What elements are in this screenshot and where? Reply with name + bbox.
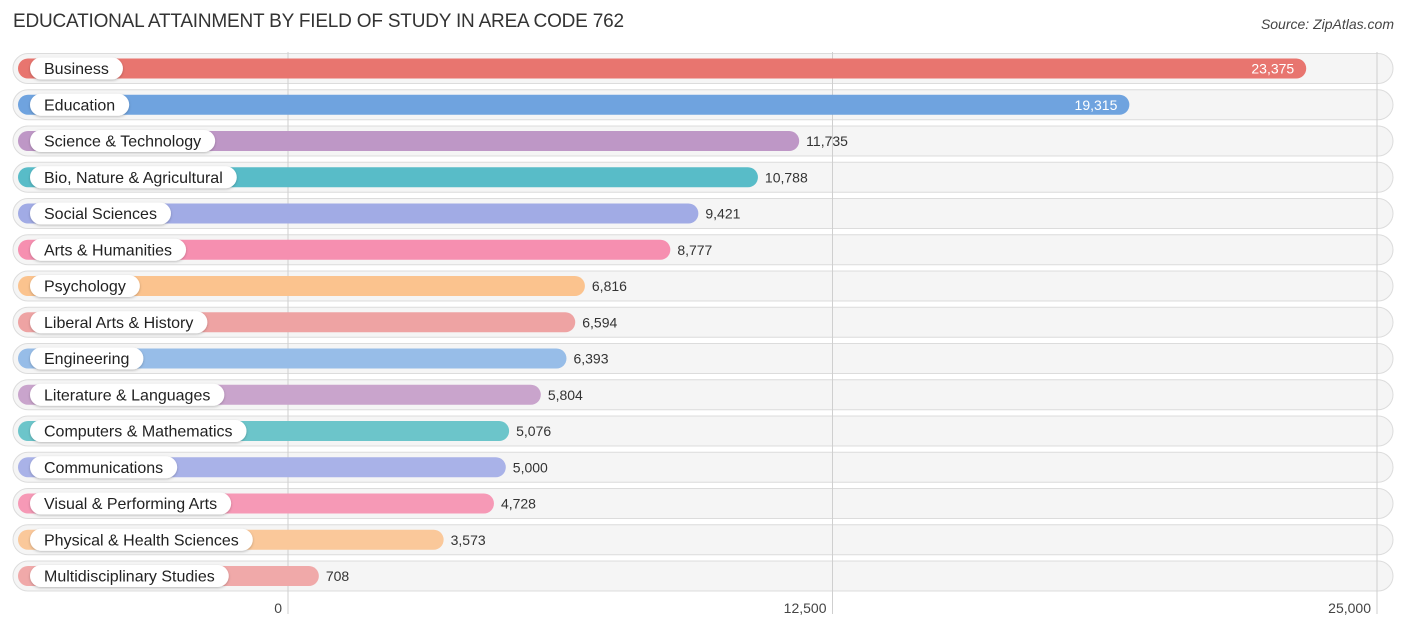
value-label: 6,594: [582, 314, 617, 330]
value-label: 3,573: [451, 532, 486, 548]
value-label: 4,728: [501, 496, 536, 512]
category-label: Social Sciences: [44, 206, 157, 223]
category-label: Psychology: [44, 279, 126, 296]
value-label: 708: [326, 568, 350, 584]
bar-group: Liberal Arts & History 6,594: [18, 311, 617, 334]
bar-group: Visual & Performing Arts 4,728: [18, 492, 536, 515]
category-label: Education: [44, 97, 115, 114]
value-label: 19,315: [1075, 97, 1118, 113]
value-label: 5,804: [548, 387, 583, 403]
bar-group: Science & Technology 11,735: [18, 130, 848, 152]
value-label: 9,421: [705, 206, 740, 222]
bar-group: Computers & Mathematics 5,076: [18, 420, 551, 442]
value-label: 5,076: [516, 423, 551, 439]
bar-group: Engineering 6,393: [18, 347, 609, 370]
category-label: Bio, Nature & Agricultural: [44, 170, 223, 187]
bar-group: Social Sciences 9,421: [18, 202, 741, 225]
bar-group: Bio, Nature & Agricultural 10,788: [18, 166, 808, 189]
value-label: 5,000: [513, 459, 548, 475]
bar-group: Physical & Health Sciences 3,573: [18, 528, 486, 551]
x-tick-label: 25,000: [1328, 600, 1371, 616]
bar-group: Communications 5,000: [18, 456, 548, 479]
category-label: Visual & Performing Arts: [44, 496, 217, 513]
bar-group: Business 23,375: [18, 57, 1307, 80]
category-label: Arts & Humanities: [44, 242, 172, 259]
category-label: Literature & Languages: [44, 387, 210, 404]
value-label: 11,735: [806, 133, 848, 149]
value-label: 23,375: [1251, 61, 1294, 77]
bar-chart: Business 23,375 Education 19,315 Science & T…: [12, 52, 1394, 616]
value-label: 10,788: [765, 169, 808, 185]
category-label: Physical & Health Sciences: [44, 532, 239, 549]
category-label: Business: [44, 61, 109, 78]
bar-group: Literature & Languages 5,804: [18, 383, 583, 406]
x-tick-label: 0: [274, 600, 282, 616]
bar-group: Multidisciplinary Studies 708: [18, 565, 349, 587]
value-label: 8,777: [677, 242, 712, 258]
bar: [18, 94, 1130, 115]
category-label: Engineering: [44, 351, 129, 368]
category-label: Science & Technology: [44, 134, 201, 151]
category-label: Computers & Mathematics: [44, 424, 233, 441]
bar-group: Education 19,315: [18, 93, 1130, 116]
x-tick-label: 12,500: [784, 600, 827, 616]
category-label: Communications: [44, 460, 163, 477]
category-label: Multidisciplinary Studies: [44, 569, 215, 586]
value-label: 6,816: [592, 278, 627, 294]
bar-group: Psychology 6,816: [18, 275, 627, 297]
value-label: 6,393: [573, 351, 608, 367]
category-label: Liberal Arts & History: [44, 315, 193, 332]
bar: [18, 58, 1307, 79]
bar-group: Arts & Humanities 8,777: [18, 238, 713, 261]
